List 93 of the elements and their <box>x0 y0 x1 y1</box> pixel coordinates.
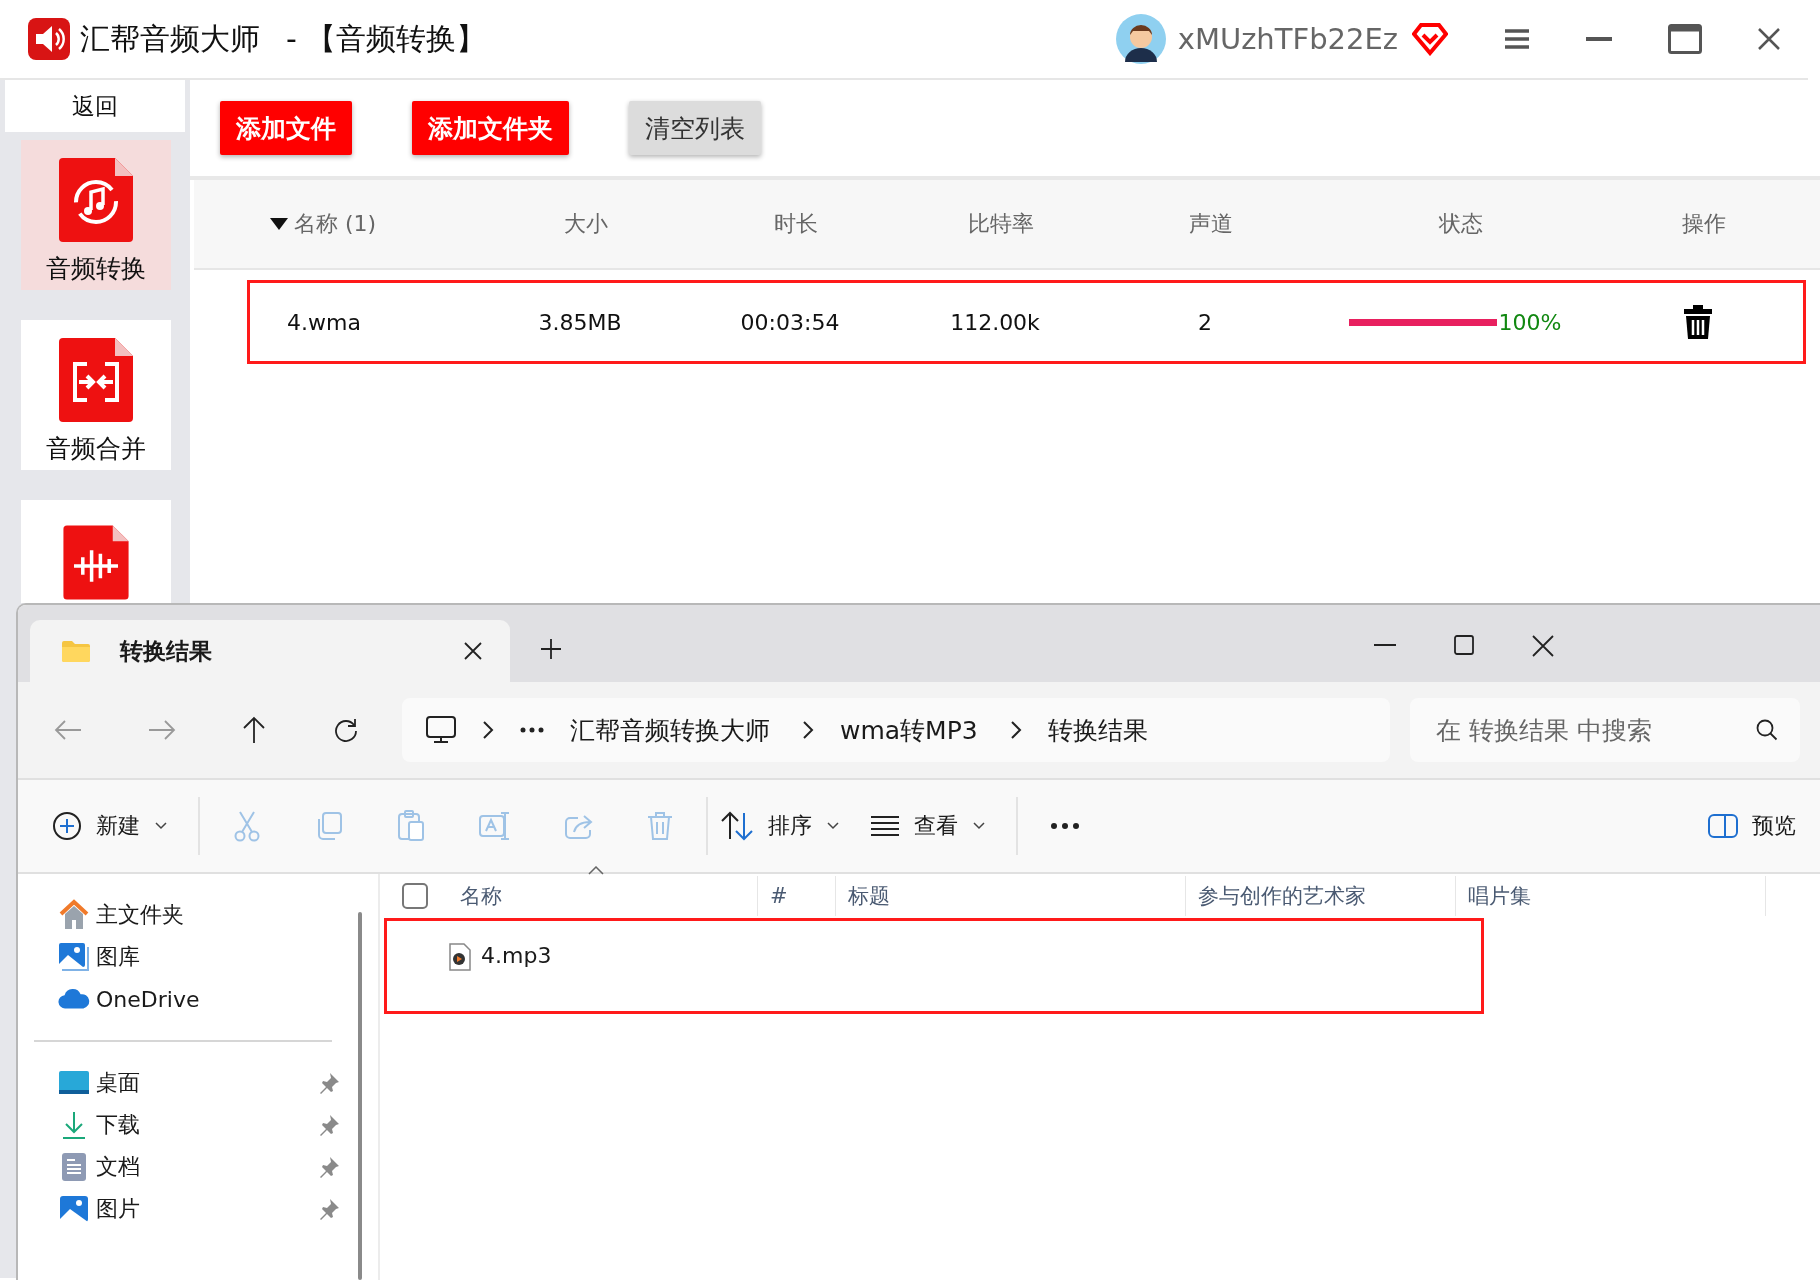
column-header[interactable]: # <box>770 884 788 908</box>
column-header[interactable]: 名称 (1) <box>294 209 377 239</box>
nav-item[interactable]: 图片 <box>58 1188 346 1230</box>
audio-file-icon <box>449 943 471 971</box>
pin-icon[interactable] <box>318 1198 340 1220</box>
command-button[interactable]: 新建 <box>52 811 168 841</box>
close-icon[interactable] <box>1758 28 1780 50</box>
house-icon <box>58 899 90 931</box>
close-tab-icon[interactable] <box>464 642 482 660</box>
column-header[interactable]: 操作 <box>1682 209 1726 239</box>
folder-icon <box>62 640 90 662</box>
column-header[interactable]: 标题 <box>848 882 890 910</box>
picture-icon <box>58 1195 90 1223</box>
back-arrow-icon[interactable] <box>54 719 82 741</box>
channel-count: 2 <box>1198 309 1212 335</box>
caret-icon <box>826 821 840 831</box>
column-header[interactable]: 状态 <box>1439 209 1483 239</box>
gallery-icon <box>58 942 90 972</box>
cloud-icon <box>58 988 90 1010</box>
file-row[interactable]: 4.wma 3.85MB 00:03:54 112.00k 2 100% <box>247 280 1806 364</box>
more-icon[interactable] <box>1050 822 1080 830</box>
maximize-icon[interactable] <box>1668 24 1702 54</box>
file-size: 3.85MB <box>538 309 622 335</box>
file-name: 4.wma <box>287 309 361 335</box>
pin-icon[interactable] <box>318 1072 340 1094</box>
column-header[interactable]: 声道 <box>1189 209 1233 239</box>
nav-item[interactable]: 图库 <box>58 936 346 978</box>
close-icon[interactable] <box>1532 635 1554 657</box>
command-button[interactable]: 排序 <box>720 811 840 841</box>
desktop-icon <box>58 1069 90 1097</box>
pin-icon[interactable] <box>318 1114 340 1136</box>
chevron-right-icon[interactable] <box>802 720 814 740</box>
add-button[interactable]: 添加文件 <box>220 101 352 155</box>
file-name: 4.mp3 <box>481 943 552 968</box>
speaker-logo-icon <box>28 18 70 60</box>
address-bar[interactable]: 汇帮音频转换大师 wma转MP3 转换结果 <box>402 698 1390 762</box>
maximize-icon[interactable] <box>1454 635 1474 655</box>
search-field[interactable]: 在 转换结果 中搜索 <box>1410 698 1800 762</box>
column-header[interactable]: 名称 <box>460 882 502 910</box>
username[interactable]: xMUzhTFb22Ez <box>1177 22 1398 56</box>
page-title: - 【音频转换】 <box>286 19 487 58</box>
trash-icon[interactable] <box>1682 303 1714 341</box>
column-header[interactable]: 比特率 <box>968 209 1034 239</box>
search-icon[interactable] <box>1756 719 1778 741</box>
list-lines-icon <box>870 815 900 837</box>
file-row[interactable]: 4.mp3 <box>384 918 1484 1014</box>
sidebar-item[interactable] <box>21 500 171 603</box>
progress-percent: 100% <box>1498 309 1562 335</box>
preview-pane-icon <box>1708 814 1738 838</box>
preview-button[interactable]: 预览 <box>1708 811 1796 841</box>
refresh-icon[interactable] <box>332 717 358 743</box>
app-title: 汇帮音频大师 <box>80 19 260 58</box>
more-icon[interactable] <box>520 727 544 733</box>
nav-item[interactable]: 主文件夹 <box>58 894 346 936</box>
caret-icon <box>154 821 168 831</box>
back-button[interactable]: 返回 <box>5 80 185 132</box>
minimize-icon[interactable] <box>1374 643 1396 647</box>
column-header[interactable]: 时长 <box>774 209 818 239</box>
avatar-icon[interactable] <box>1115 14 1166 64</box>
new-tab-icon[interactable] <box>540 638 562 660</box>
sidebar-item[interactable]: 音频合并 <box>21 320 171 470</box>
column-header[interactable]: 唱片集 <box>1468 882 1531 910</box>
plus-circle-icon <box>52 811 82 841</box>
breadcrumb-item[interactable]: 转换结果 <box>1047 713 1148 747</box>
sort-up-icon <box>588 866 604 875</box>
caret-icon <box>972 821 986 831</box>
nav-item[interactable]: 下载 <box>58 1104 346 1146</box>
explorer-tab[interactable]: 转换结果 <box>30 620 510 682</box>
forward-arrow-icon[interactable] <box>148 719 176 741</box>
chevron-right-icon[interactable] <box>482 720 494 740</box>
menu-icon[interactable] <box>1504 28 1530 50</box>
vip-diamond-icon[interactable] <box>1412 22 1448 56</box>
clear-list-button[interactable]: 清空列表 <box>629 101 761 155</box>
sort-down-icon[interactable] <box>270 218 288 230</box>
command-button[interactable]: 查看 <box>870 811 986 841</box>
add-button[interactable]: 添加文件夹 <box>412 101 569 155</box>
duration: 00:03:54 <box>740 309 840 335</box>
bitrate: 112.00k <box>950 309 1040 335</box>
pin-icon[interactable] <box>318 1156 340 1178</box>
nav-item[interactable]: OneDrive <box>58 978 346 1020</box>
column-header[interactable]: 参与创作的艺术家 <box>1198 882 1366 910</box>
nav-item[interactable]: 桌面 <box>58 1062 346 1104</box>
up-arrow-icon[interactable] <box>242 716 266 744</box>
breadcrumb-item[interactable]: wma转MP3 <box>840 713 978 747</box>
scrollbar[interactable] <box>358 912 362 1280</box>
select-all-checkbox[interactable] <box>402 883 428 909</box>
chevron-right-icon[interactable] <box>1009 720 1022 740</box>
nav-item[interactable]: 文档 <box>58 1146 346 1188</box>
computer-icon <box>426 716 456 744</box>
column-header[interactable]: 大小 <box>564 209 608 239</box>
sort-arrows-icon <box>720 811 754 841</box>
breadcrumb-item[interactable]: 汇帮音频转换大师 <box>570 713 770 747</box>
sidebar-item[interactable]: 音频转换 <box>21 140 171 290</box>
